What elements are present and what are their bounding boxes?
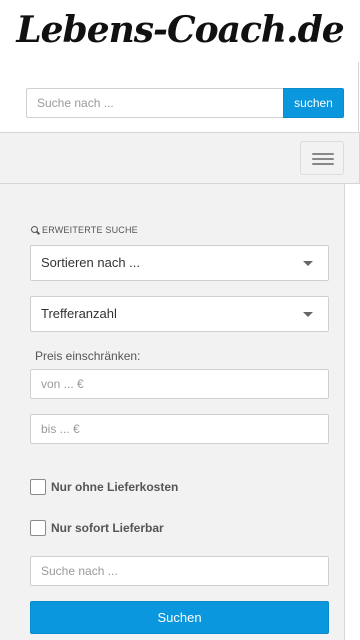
header-divider [358,62,359,133]
search-icon [31,226,39,234]
price-to-input[interactable] [30,414,329,444]
hamburger-menu-icon[interactable] [300,141,344,175]
chevron-down-icon [303,312,313,317]
free-shipping-checkbox[interactable] [30,479,46,495]
header-search-button[interactable]: suchen [283,88,344,118]
price-from-input[interactable] [30,369,329,399]
results-count-select-value: Trefferanzahl [41,306,117,321]
submit-search-button[interactable]: Suchen [30,601,329,634]
price-filter-label: Preis einschränken: [35,349,141,363]
site-logo[interactable]: Lebens-Coach.de [0,4,360,56]
header-search-input[interactable] [26,88,284,118]
hamburger-bar [312,153,334,155]
results-count-select[interactable]: Trefferanzahl [30,296,329,332]
navbar [0,133,360,184]
free-shipping-label[interactable]: Nur ohne Lieferkosten [51,479,178,495]
sort-select-value: Sortieren nach ... [41,255,140,270]
immediate-delivery-checkbox[interactable] [30,520,46,536]
hamburger-bar [312,163,334,165]
header-search-bar: suche n [26,88,344,118]
site-header: Lebens-Coach.de suche n [0,0,360,133]
advanced-search-heading-text: ERWEITERTE SUCHE [42,225,138,235]
hamburger-bar [312,158,334,160]
sidebar-search-input[interactable] [30,556,329,586]
sort-select[interactable]: Sortieren nach ... [30,245,329,281]
advanced-search-heading: ERWEITERTE SUCHE [31,224,138,236]
immediate-delivery-label[interactable]: Nur sofort Lieferbar [51,520,164,536]
chevron-down-icon [303,261,313,266]
